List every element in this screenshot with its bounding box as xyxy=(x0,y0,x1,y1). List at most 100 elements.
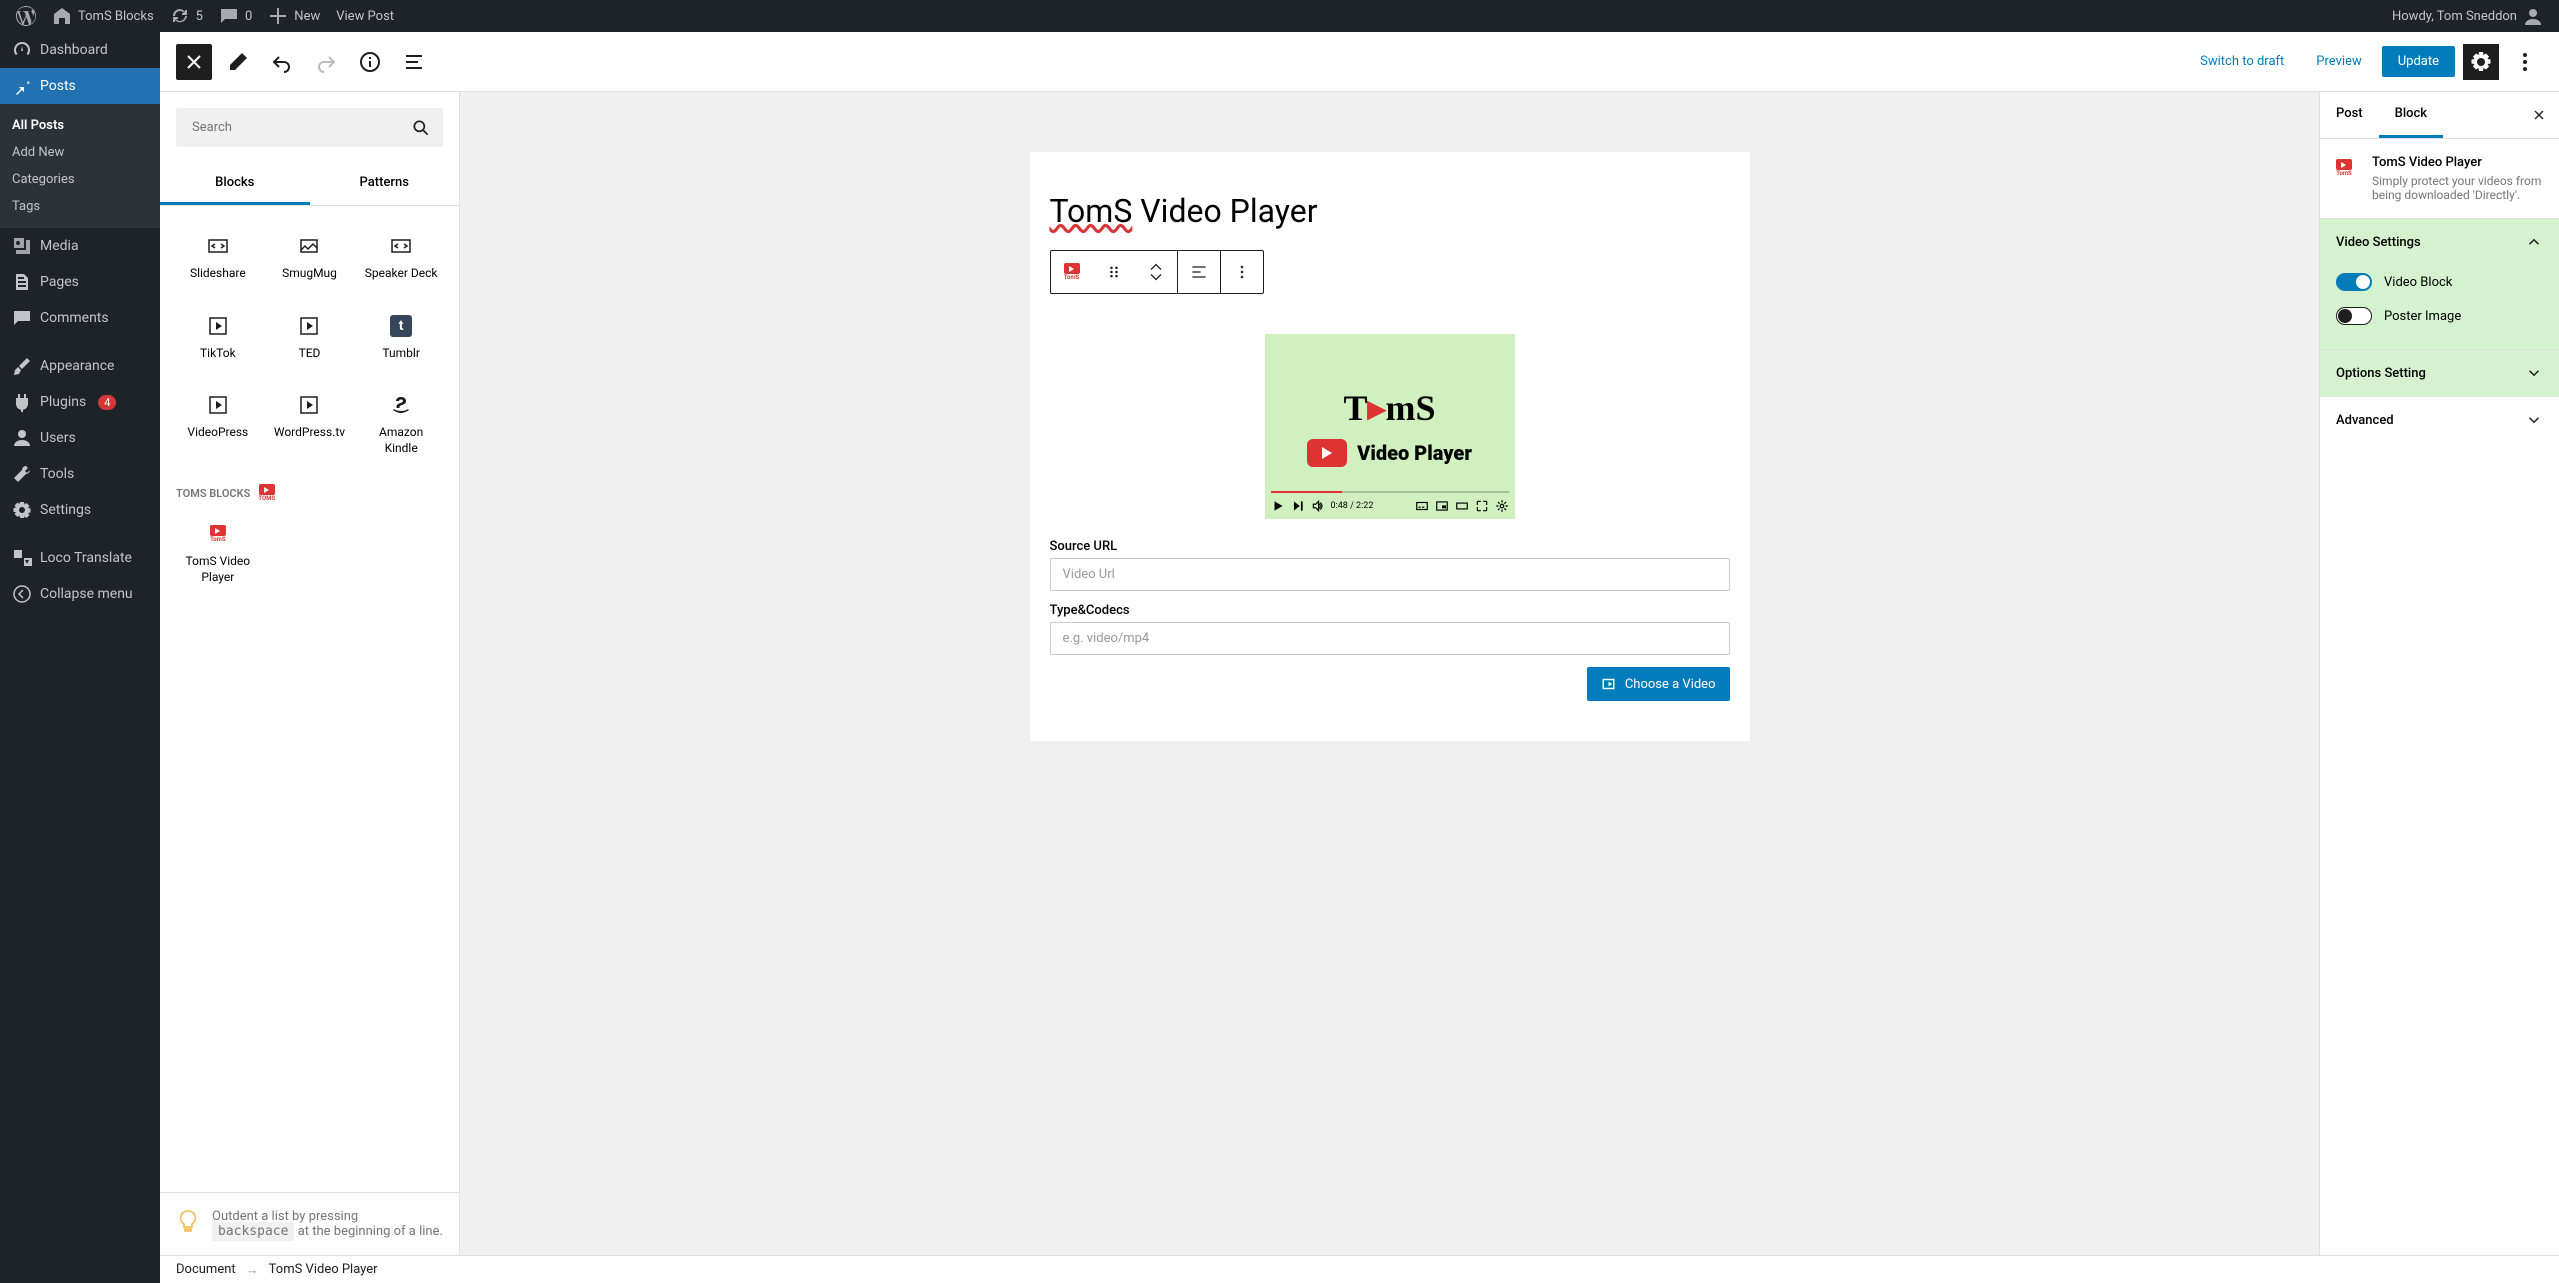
info-button[interactable] xyxy=(352,44,388,80)
block-wordpresstv[interactable]: WordPress.tv xyxy=(268,381,352,468)
edit-mode-button[interactable] xyxy=(220,44,256,80)
editor-canvas[interactable]: TomS Video Player TomS xyxy=(460,92,2319,1255)
sidebar-item-tools[interactable]: Tools xyxy=(0,456,160,492)
block-card: TomS TomS Video Player Simply protect yo… xyxy=(2320,139,2559,218)
editor-header-right: Switch to draft Preview Update xyxy=(2188,44,2543,80)
updates[interactable]: 5 xyxy=(162,0,211,32)
theater-icon[interactable] xyxy=(1455,499,1469,513)
source-url-input[interactable] xyxy=(1050,558,1730,591)
block-ted[interactable]: TED xyxy=(268,302,352,374)
sidebar-item-users[interactable]: Users xyxy=(0,420,160,456)
submenu-tags[interactable]: Tags xyxy=(0,193,160,220)
toms-icon: TomS xyxy=(2336,159,2352,177)
user-greeting[interactable]: Howdy, Tom Sneddon xyxy=(2384,0,2551,32)
move-buttons[interactable] xyxy=(1135,251,1177,293)
editor-breadcrumb: Document → TomS Video Player xyxy=(160,1255,2559,1283)
sidebar-item-loco[interactable]: Loco Translate xyxy=(0,540,160,576)
view-post[interactable]: View Post xyxy=(328,0,402,32)
sidebar-item-settings[interactable]: Settings xyxy=(0,492,160,528)
chevron-down-icon xyxy=(2525,411,2543,429)
settings-button[interactable] xyxy=(2463,44,2499,80)
panel-header[interactable]: Advanced xyxy=(2320,397,2559,443)
sidebar-item-pages[interactable]: Pages xyxy=(0,264,160,300)
editor-body: Blocks Patterns Slideshare SmugMug Speak… xyxy=(160,92,2559,1255)
sidebar-item-dashboard[interactable]: Dashboard xyxy=(0,32,160,68)
tab-post[interactable]: Post xyxy=(2320,92,2379,138)
sidebar-label: Comments xyxy=(40,310,109,326)
pip-icon[interactable] xyxy=(1435,499,1449,513)
submenu-add-new[interactable]: Add New xyxy=(0,139,160,166)
comments[interactable]: 0 xyxy=(211,0,260,32)
undo-button[interactable] xyxy=(264,44,300,80)
type-codecs-label: Type&Codecs xyxy=(1050,603,1730,618)
breadcrumb-current[interactable]: TomS Video Player xyxy=(269,1262,378,1277)
preview-button[interactable]: Preview xyxy=(2304,46,2373,77)
type-codecs-input[interactable] xyxy=(1050,622,1730,655)
post-title[interactable]: TomS Video Player xyxy=(1030,192,1750,230)
submenu-categories[interactable]: Categories xyxy=(0,166,160,193)
switch-to-draft-button[interactable]: Switch to draft xyxy=(2188,46,2296,77)
block-speakerdeck[interactable]: Speaker Deck xyxy=(359,222,443,294)
next-icon[interactable] xyxy=(1291,499,1305,513)
block-tumblr[interactable]: tTumblr xyxy=(359,302,443,374)
more-options-button[interactable] xyxy=(2507,44,2543,80)
inspector-tabs: Post Block xyxy=(2320,92,2559,139)
new-content[interactable]: New xyxy=(260,0,328,32)
new-label: New xyxy=(294,9,320,24)
align-icon xyxy=(1189,262,1209,282)
close-inspector-button[interactable] xyxy=(2519,95,2559,135)
sidebar-item-comments[interactable]: Comments xyxy=(0,300,160,336)
drag-handle[interactable] xyxy=(1093,251,1135,293)
gear-icon[interactable] xyxy=(1495,499,1509,513)
panel-header[interactable]: Video Settings xyxy=(2320,219,2559,265)
sidebar-label: Settings xyxy=(40,502,91,518)
sidebar-submenu-posts: All Posts Add New Categories Tags xyxy=(0,104,160,228)
close-inserter-button[interactable] xyxy=(176,44,212,80)
toggle-poster-image[interactable] xyxy=(2336,307,2372,325)
panel-header[interactable]: Options Setting xyxy=(2320,350,2559,396)
redo-button[interactable] xyxy=(308,44,344,80)
source-url-label: Source URL xyxy=(1050,539,1730,554)
block-amazonkindle[interactable]: Amazon Kindle xyxy=(359,381,443,468)
video-progress-bar[interactable] xyxy=(1271,491,1509,493)
sidebar-collapse[interactable]: Collapse menu xyxy=(0,576,160,612)
adminbar-right: Howdy, Tom Sneddon xyxy=(2384,0,2551,32)
pin-icon xyxy=(12,76,32,96)
block-label: TikTok xyxy=(200,346,236,362)
tab-block[interactable]: Block xyxy=(2379,92,2443,138)
sidebar-item-media[interactable]: Media xyxy=(0,228,160,264)
block-videopress[interactable]: VideoPress xyxy=(176,381,260,468)
play-icon[interactable] xyxy=(1271,499,1285,513)
update-button[interactable]: Update xyxy=(2382,46,2455,77)
block-settings-form: Source URL Type&Codecs Choose a Video xyxy=(1030,539,1750,701)
sidebar-item-plugins[interactable]: Plugins4 xyxy=(0,384,160,420)
inserter-tip: Outdent a list by pressing backspace at … xyxy=(160,1192,459,1255)
site-name[interactable]: TomS Blocks xyxy=(44,0,162,32)
fullscreen-icon[interactable] xyxy=(1475,499,1489,513)
search-input[interactable] xyxy=(176,108,443,147)
block-smugmug[interactable]: SmugMug xyxy=(268,222,352,294)
block-tiktok[interactable]: TikTok xyxy=(176,302,260,374)
volume-icon[interactable] xyxy=(1311,499,1325,513)
tab-patterns[interactable]: Patterns xyxy=(310,163,460,205)
outline-button[interactable] xyxy=(396,44,432,80)
choose-video-button[interactable]: Choose a Video xyxy=(1587,667,1730,701)
tab-blocks[interactable]: Blocks xyxy=(160,163,310,205)
sidebar-item-appearance[interactable]: Appearance xyxy=(0,348,160,384)
inserter-content[interactable]: Slideshare SmugMug Speaker Deck TikTok T… xyxy=(160,206,459,1192)
align-button[interactable] xyxy=(1178,251,1220,293)
close-icon xyxy=(182,50,206,74)
block-toms-video-player[interactable]: TomSTomS Video Player xyxy=(176,510,260,597)
sidebar-item-posts[interactable]: Posts xyxy=(0,68,160,104)
block-slideshare[interactable]: Slideshare xyxy=(176,222,260,294)
breadcrumb-root[interactable]: Document xyxy=(176,1262,236,1277)
captions-icon[interactable] xyxy=(1415,499,1429,513)
submenu-all-posts[interactable]: All Posts xyxy=(0,112,160,139)
toms-mini-icon: TomS xyxy=(258,484,275,502)
wp-logo[interactable] xyxy=(8,0,44,32)
block-icon-button[interactable]: TomS xyxy=(1051,251,1093,293)
gear-icon xyxy=(2469,50,2493,74)
toggle-video-block[interactable] xyxy=(2336,273,2372,291)
video-icon xyxy=(1601,675,1619,693)
block-more-button[interactable] xyxy=(1221,251,1263,293)
